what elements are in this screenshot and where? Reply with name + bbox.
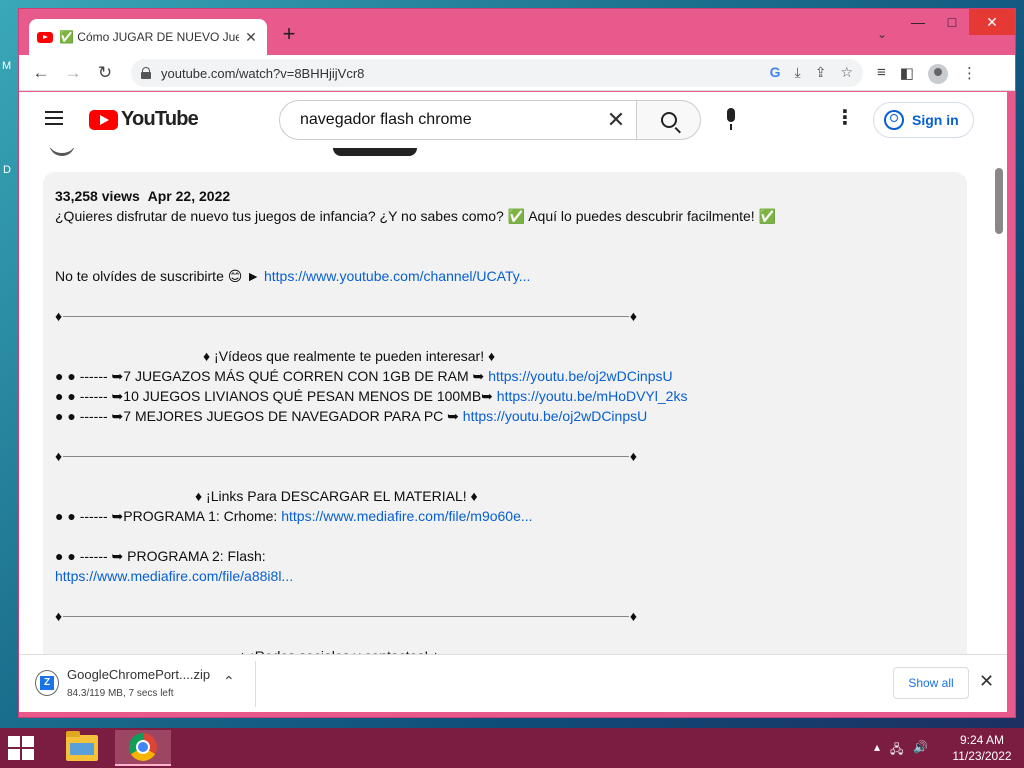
video-description[interactable]: 33,258 views Apr 22, 2022 ¿Quieres disfr… (43, 172, 967, 654)
show-all-button[interactable]: Show all (893, 667, 969, 699)
share-icon[interactable]: ⇪ (815, 64, 827, 81)
intro-text: ¿Quieres disfrutar de nuevo tus juegos d… (55, 208, 776, 224)
youtube-favicon-icon (37, 31, 53, 43)
channel-link[interactable]: https://www.youtube.com/channel/UCATy... (264, 268, 530, 284)
videos-heading: ♦ ¡Vídeos que realmente te pueden intere… (203, 348, 496, 364)
social-heading: ♦ ¡Redes sociales y contactos! ♦ (55, 646, 955, 654)
divider: ♦ ♦ (55, 448, 637, 464)
hamburger-menu-icon[interactable] (45, 111, 63, 125)
folder-icon (66, 731, 98, 761)
divider: ♦ ♦ (55, 308, 637, 324)
bookmark-star-icon[interactable]: ☆ (840, 64, 853, 81)
tab-search-icon[interactable]: ⌄ (877, 27, 887, 41)
list-item-video-1: ● ● ------ ➥7 JUEGAZOS MÁS QUÉ CORREN CO… (55, 368, 673, 384)
youtube-play-icon (89, 109, 118, 130)
tray-chevron-icon[interactable]: ▴ (874, 740, 880, 761)
webpage: YouTube navegador flash chrome ✕ ⋮ Sign … (19, 92, 1007, 654)
download-bar: Z GoogleChromePort....zip 84.3/119 MB, 7… (19, 654, 1007, 712)
browser-toolbar: ← → ↻ youtube.com/watch?v=8BHHjijVcr8 G … (19, 55, 1015, 91)
window-controls: — □ ✕ (901, 9, 1015, 37)
desktop-edge-letter-d: D (3, 164, 11, 176)
minimize-button[interactable]: — (901, 9, 935, 35)
subscribe-text: No te olvídes de suscribirte 😊 ► (55, 268, 264, 284)
close-download-bar-icon[interactable]: ✕ (979, 671, 994, 692)
search-button[interactable] (637, 100, 701, 140)
upload-date: Apr 22, 2022 (147, 188, 231, 204)
desktop-edge-letter-m: M (2, 60, 12, 72)
clock[interactable]: 9:24 AM 11/23/2022 (944, 732, 1020, 764)
video-link-2[interactable]: https://youtu.be/mHoDVYl_2ks (497, 388, 688, 404)
video-link-3[interactable]: https://youtu.be/oj2wDCinpsU (463, 408, 647, 424)
install-app-icon[interactable]: ⤓ (795, 64, 801, 81)
list-item-video-3: ● ● ------ ➥7 MEJORES JUEGOS DE NAVEGADO… (55, 408, 648, 424)
links-heading: ♦ ¡Links Para DESCARGAR EL MATERIAL! ♦ (195, 488, 478, 504)
clear-search-icon[interactable]: ✕ (596, 107, 636, 133)
subscribe-button-partial (333, 148, 417, 156)
user-icon (884, 110, 904, 130)
system-tray: ▴ 🖧 🔊 (874, 740, 928, 761)
view-count: 33,258 views (55, 188, 140, 204)
download-filename[interactable]: GoogleChromePort....zip (67, 667, 210, 682)
media-controls-icon[interactable]: ≡ (877, 64, 886, 84)
address-bar[interactable]: youtube.com/watch?v=8BHHjijVcr8 G ⤓ ⇪ ☆ (131, 59, 863, 87)
forward-button[interactable]: → (61, 61, 85, 85)
browser-menu-icon[interactable]: ⋮ (962, 64, 977, 84)
divider: ♦ ♦ (55, 608, 637, 624)
list-item-program-2: ● ● ------ ➥ PROGRAMA 2: Flash: (55, 548, 266, 564)
file-explorer-button[interactable] (54, 730, 110, 766)
new-tab-button[interactable]: + (277, 23, 301, 47)
clock-time: 9:24 AM (959, 733, 1005, 747)
google-lens-icon[interactable]: G (770, 64, 781, 81)
list-item-video-2: ● ● ------ ➥10 JUEGOS LIVIANOS QUÉ PESAN… (55, 388, 688, 404)
tab-youtube-video[interactable]: ✅ Cómo JUGAR DE NUEVO Juegos ✕ (29, 19, 267, 55)
youtube-logo[interactable]: YouTube (89, 108, 199, 131)
taskbar: ▴ 🖧 🔊 9:24 AM 11/23/2022 (0, 728, 1024, 768)
reload-button[interactable]: ↻ (93, 61, 117, 85)
page-scrollbar[interactable] (995, 168, 1003, 234)
windows-start-icon[interactable] (8, 736, 38, 760)
lock-icon[interactable] (141, 67, 151, 79)
network-icon[interactable]: 🖧 (890, 740, 903, 761)
program-1-link[interactable]: https://www.mediafire.com/file/m9o60e... (281, 508, 532, 524)
sign-in-label: Sign in (912, 112, 959, 128)
search-query[interactable]: navegador flash chrome (300, 111, 596, 129)
chevron-up-icon[interactable]: ⌃ (223, 673, 235, 690)
microphone-icon[interactable] (719, 108, 743, 132)
search-icon (660, 112, 677, 128)
side-panel-icon[interactable]: ◧ (900, 64, 914, 84)
video-link-1[interactable]: https://youtu.be/oj2wDCinpsU (488, 368, 672, 384)
settings-menu-icon[interactable]: ⋮ (835, 108, 855, 128)
sign-in-button[interactable]: Sign in (873, 102, 974, 138)
clock-date: 11/23/2022 (952, 749, 1012, 763)
browser-window: ✅ Cómo JUGAR DE NUEVO Juegos ✕ + ⌄ — □ ✕… (18, 8, 1016, 718)
video-meta: 33,258 views Apr 22, 2022 (55, 186, 955, 206)
program-2-link[interactable]: https://www.mediafire.com/file/a88i8l... (55, 568, 293, 584)
tab-title: ✅ Cómo JUGAR DE NUEVO Juegos (59, 30, 239, 44)
youtube-header: YouTube navegador flash chrome ✕ ⋮ Sign … (19, 92, 1007, 148)
profile-avatar-icon[interactable] (927, 64, 948, 84)
volume-icon[interactable]: 🔊 (913, 740, 928, 761)
tab-strip: ✅ Cómo JUGAR DE NUEVO Juegos ✕ + ⌄ — □ ✕ (19, 9, 1015, 55)
list-item-program-1: ● ● ------ ➥PROGRAMA 1: Crhome: https://… (55, 508, 533, 524)
chrome-icon (129, 733, 157, 761)
close-window-button[interactable]: ✕ (969, 9, 1015, 35)
search-input[interactable]: navegador flash chrome ✕ (279, 100, 637, 140)
download-separator (255, 661, 256, 707)
tab-close-icon[interactable]: ✕ (243, 29, 259, 46)
back-button[interactable]: ← (29, 61, 53, 85)
maximize-button[interactable]: □ (935, 9, 969, 35)
youtube-wordmark: YouTube (121, 108, 199, 130)
zip-file-icon: Z (35, 670, 59, 696)
url-text[interactable]: youtube.com/watch?v=8BHHjijVcr8 (161, 66, 364, 81)
download-status: 84.3/119 MB, 7 secs left (67, 688, 174, 699)
chrome-taskbar-button[interactable] (115, 730, 171, 766)
